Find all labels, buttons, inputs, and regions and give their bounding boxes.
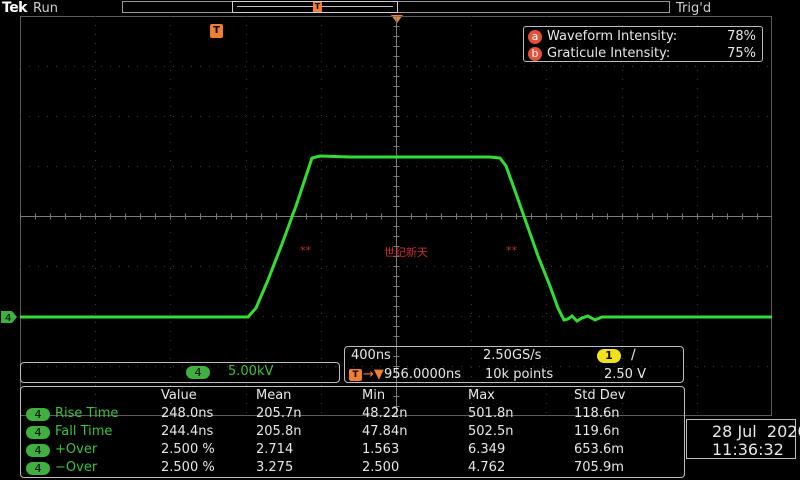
measurement-name[interactable]: −Over: [55, 460, 97, 475]
watermark-mark-right: **: [506, 244, 517, 257]
channel-4-level-marker-icon[interactable]: 4: [0, 310, 18, 324]
measurement-max: 502.5n: [468, 424, 514, 439]
measurement-mean: 2.714: [256, 442, 294, 457]
brand-logo: Tek: [2, 0, 28, 16]
trigger-slope-icon: /: [631, 347, 636, 363]
measurement-value: 248.0ns: [161, 406, 214, 421]
watermark-text: 世纪新天: [384, 246, 428, 259]
measurement-name[interactable]: +Over: [55, 442, 97, 457]
waveform-intensity-label: Waveform Intensity:: [547, 29, 678, 44]
horizontal-delay: 956.0000ns: [384, 367, 462, 382]
graticule-intensity-row[interactable]: b Graticule Intensity: 75%: [528, 45, 756, 62]
waveform-intensity-value: 78%: [727, 29, 756, 44]
column-header-min: Min: [362, 388, 386, 403]
measurement-mean: 3.275: [256, 460, 294, 475]
knob-b-badge-icon: b: [528, 46, 542, 61]
measurement-value: 2.500 %: [161, 460, 215, 475]
measurement-max: 4.762: [468, 460, 506, 475]
measurement-value: 244.4ns: [161, 424, 214, 439]
intensity-panel: a Waveform Intensity: 78% b Graticule Inte…: [523, 26, 763, 62]
measurement-std-dev: 653.6m: [574, 442, 624, 457]
channel-4-scale: 5.00kV: [228, 364, 274, 379]
record-trigger-icon: T: [313, 2, 322, 12]
measurement-channel-badge: 4: [26, 462, 50, 475]
measurement-min: 47.84n: [362, 424, 408, 439]
trigger-status: Trig'd: [676, 1, 712, 16]
acquisition-state[interactable]: Run: [33, 1, 58, 16]
measurement-mean: 205.7n: [256, 406, 302, 421]
column-header-value: Value: [161, 388, 197, 403]
svg-text:4: 4: [5, 313, 11, 324]
measurement-channel-badge: 4: [26, 408, 50, 421]
trigger-source-badge: 1: [597, 349, 621, 363]
measurement-mean: 205.8n: [256, 424, 302, 439]
channel-readout-box[interactable]: [20, 362, 340, 383]
measurement-std-dev: 119.6n: [574, 424, 620, 439]
column-header-max: Max: [468, 388, 495, 403]
trigger-level: 2.50 V: [604, 367, 646, 382]
measurement-std-dev: 118.6n: [574, 406, 620, 421]
sample-rate: 2.50GS/s: [483, 348, 542, 363]
measurement-value: 2.500 %: [161, 442, 215, 457]
waveform-intensity-row[interactable]: a Waveform Intensity: 78%: [528, 28, 756, 45]
record-length: 10k points: [485, 367, 554, 382]
measurement-channel-badge: 4: [26, 426, 50, 439]
measurement-max: 6.349: [468, 442, 506, 457]
measurement-min: 2.500: [362, 460, 400, 475]
graticule-intensity-value: 75%: [727, 46, 756, 61]
measurement-min: 48.22n: [362, 406, 408, 421]
horizontal-delay-trigger-icon: T: [349, 369, 362, 381]
time-display: 11:36:32: [712, 440, 784, 459]
watermark-mark-left: **: [300, 244, 311, 257]
graticule-intensity-label: Graticule Intensity:: [547, 46, 671, 61]
knob-a-badge-icon: a: [528, 29, 542, 44]
measurement-name[interactable]: Fall Time: [55, 424, 112, 439]
measurement-name[interactable]: Rise Time: [55, 406, 118, 421]
measurement-min: 1.563: [362, 442, 400, 457]
date-display: 28 Jul 2020: [712, 422, 800, 441]
column-header-mean: Mean: [256, 388, 292, 403]
delay-arrow-icon: →▼: [363, 367, 384, 382]
channel-4-badge: 4: [186, 366, 210, 379]
measurement-std-dev: 705.9m: [574, 460, 624, 475]
horizontal-scale: 400ns: [351, 348, 391, 363]
measurement-channel-badge: 4: [26, 444, 50, 457]
column-header-std-dev: Std Dev: [574, 388, 626, 403]
measurement-max: 501.8n: [468, 406, 514, 421]
